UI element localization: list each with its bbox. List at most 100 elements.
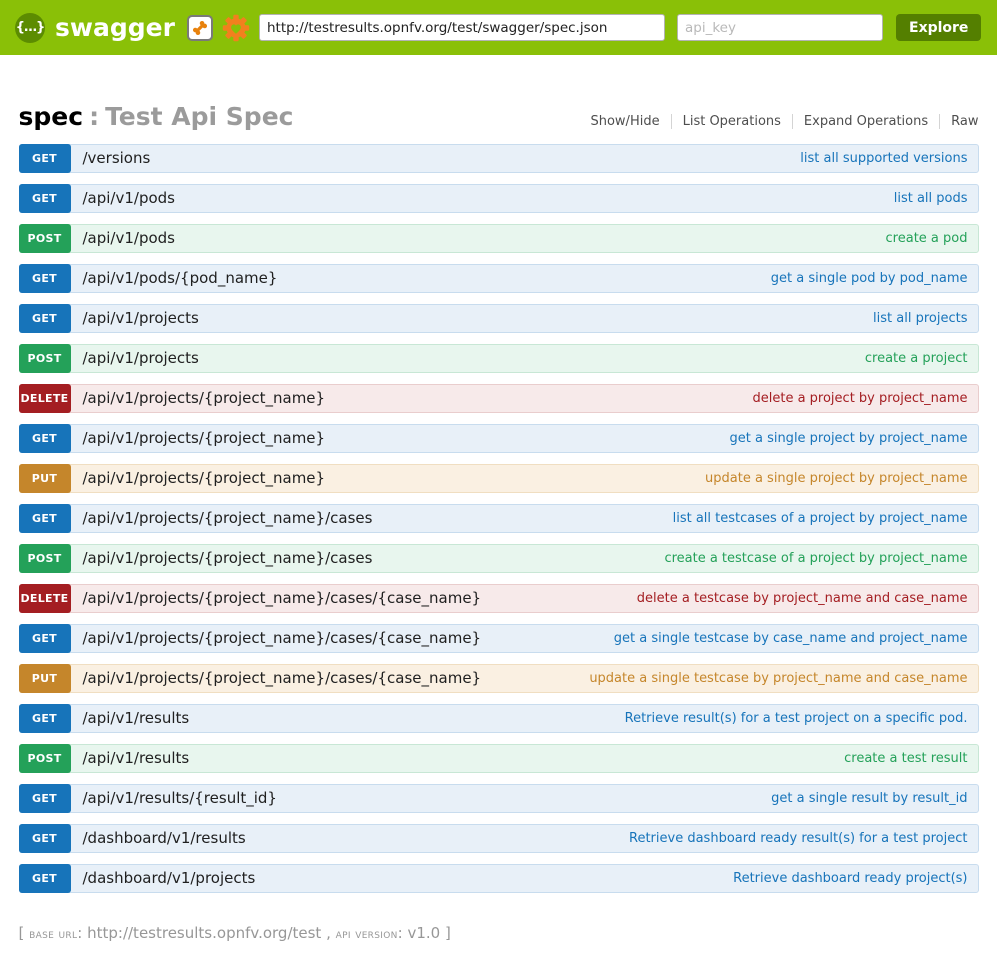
endpoint-row[interactable]: GET /api/v1/projects list all projects	[19, 304, 979, 333]
base-url-value: http://testresults.opnfv.org/test	[87, 924, 321, 942]
method-badge: POST	[19, 224, 71, 253]
content: spec:Test Api Spec Show/HideList Operati…	[19, 102, 979, 942]
endpoint-path[interactable]: /api/v1/projects/{project_name}/cases/{c…	[83, 665, 482, 692]
title-separator: :	[89, 102, 99, 131]
endpoint-path[interactable]: /api/v1/results	[83, 705, 190, 732]
endpoint-row[interactable]: GET /dashboard/v1/results Retrieve dashb…	[19, 824, 979, 853]
endpoint-path[interactable]: /api/v1/projects/{project_name}/cases/{c…	[83, 585, 482, 612]
operations-links: Show/HideList OperationsExpand Operation…	[579, 114, 978, 129]
titlebar: spec:Test Api Spec Show/HideList Operati…	[19, 102, 979, 131]
endpoint-path[interactable]: /api/v1/projects/{project_name}	[83, 385, 326, 412]
endpoint-row[interactable]: POST /api/v1/projects/{project_name}/cas…	[19, 544, 979, 573]
expand-operations-link[interactable]: Expand Operations	[793, 114, 940, 129]
method-badge: GET	[19, 824, 71, 853]
method-badge: GET	[19, 624, 71, 653]
link-bone-icon[interactable]	[187, 15, 213, 41]
endpoint-description[interactable]: list all pods	[894, 185, 968, 212]
endpoint-row[interactable]: POST /api/v1/results create a test resul…	[19, 744, 979, 773]
endpoint-description[interactable]: list all projects	[873, 305, 967, 332]
method-badge: GET	[19, 184, 71, 213]
spec-name: spec	[19, 102, 84, 131]
bracket-open: [	[19, 924, 25, 942]
method-badge: POST	[19, 744, 71, 773]
endpoint-path[interactable]: /dashboard/v1/results	[83, 825, 246, 852]
method-badge: DELETE	[19, 384, 71, 413]
endpoint-row[interactable]: PUT /api/v1/projects/{project_name}/case…	[19, 664, 979, 693]
endpoint-description[interactable]: get a single project by project_name	[729, 425, 967, 452]
endpoint-path[interactable]: /api/v1/pods/{pod_name}	[83, 265, 278, 292]
brand-title: swagger	[55, 13, 175, 42]
show-hide-link[interactable]: Show/Hide	[579, 114, 671, 129]
endpoint-description[interactable]: delete a testcase by project_name and ca…	[637, 585, 968, 612]
endpoint-row[interactable]: DELETE /api/v1/projects/{project_name}/c…	[19, 584, 979, 613]
base-url-footer: [ base url: http://testresults.opnfv.org…	[19, 924, 979, 942]
endpoint-description[interactable]: delete a project by project_name	[752, 385, 967, 412]
endpoint-row[interactable]: GET /api/v1/projects/{project_name} get …	[19, 424, 979, 453]
base-url-label: base url	[29, 927, 77, 942]
endpoint-path[interactable]: /dashboard/v1/projects	[83, 865, 256, 892]
endpoint-description[interactable]: get a single result by result_id	[771, 785, 967, 812]
endpoint-path[interactable]: /api/v1/projects	[83, 305, 199, 332]
bracket-close: ]	[445, 924, 451, 942]
endpoint-description[interactable]: create a testcase of a project by projec…	[664, 545, 967, 572]
method-badge: GET	[19, 144, 71, 173]
list-operations-link[interactable]: List Operations	[672, 114, 793, 129]
page-title: spec:Test Api Spec	[19, 102, 294, 131]
api-key-input[interactable]	[677, 14, 883, 41]
endpoint-row[interactable]: GET /api/v1/results/{result_id} get a si…	[19, 784, 979, 813]
endpoint-description[interactable]: Retrieve dashboard ready result(s) for a…	[629, 825, 967, 852]
endpoint-list: GET /versions list all supported version…	[19, 144, 979, 893]
method-badge: GET	[19, 864, 71, 893]
endpoint-path[interactable]: /api/v1/pods	[83, 225, 176, 252]
endpoint-row[interactable]: GET /dashboard/v1/projects Retrieve dash…	[19, 864, 979, 893]
endpoint-row[interactable]: GET /api/v1/pods list all pods	[19, 184, 979, 213]
method-badge: PUT	[19, 664, 71, 693]
endpoint-description[interactable]: Retrieve dashboard ready project(s)	[733, 865, 967, 892]
endpoint-description[interactable]: get a single pod by pod_name	[771, 265, 968, 292]
raw-link[interactable]: Raw	[940, 114, 978, 129]
method-badge: GET	[19, 504, 71, 533]
endpoint-path[interactable]: /api/v1/pods	[83, 185, 176, 212]
method-badge: POST	[19, 544, 71, 573]
endpoint-description[interactable]: get a single testcase by case_name and p…	[614, 625, 968, 652]
endpoint-description[interactable]: update a single testcase by project_name…	[589, 665, 967, 692]
header-bar: {…} swagger	[0, 0, 997, 55]
swagger-brace-icon: {…}	[15, 13, 45, 43]
endpoint-path[interactable]: /api/v1/results	[83, 745, 190, 772]
method-badge: GET	[19, 424, 71, 453]
endpoint-description[interactable]: create a project	[865, 345, 968, 372]
endpoint-path[interactable]: /api/v1/projects/{project_name}/cases	[83, 545, 373, 572]
endpoint-path[interactable]: /api/v1/projects/{project_name}/cases	[83, 505, 373, 532]
endpoint-description[interactable]: list all supported versions	[800, 145, 967, 172]
spec-url-input[interactable]	[259, 14, 665, 41]
api-version-value: v1.0	[407, 924, 440, 942]
endpoint-description[interactable]: create a pod	[886, 225, 968, 252]
endpoint-description[interactable]: update a single project by project_name	[705, 465, 967, 492]
explore-button[interactable]: Explore	[896, 14, 981, 41]
method-badge: POST	[19, 344, 71, 373]
endpoint-path[interactable]: /api/v1/projects/{project_name}	[83, 425, 326, 452]
endpoint-row[interactable]: GET /api/v1/projects/{project_name}/case…	[19, 504, 979, 533]
endpoint-row[interactable]: GET /api/v1/projects/{project_name}/case…	[19, 624, 979, 653]
endpoint-row[interactable]: GET /api/v1/pods/{pod_name} get a single…	[19, 264, 979, 293]
endpoint-path[interactable]: /versions	[83, 145, 151, 172]
api-title-text: Test Api Spec	[105, 102, 293, 131]
endpoint-row[interactable]: POST /api/v1/pods create a pod	[19, 224, 979, 253]
endpoint-description[interactable]: list all testcases of a project by proje…	[673, 505, 968, 532]
endpoint-description[interactable]: create a test result	[844, 745, 967, 772]
endpoint-row[interactable]: GET /api/v1/results Retrieve result(s) f…	[19, 704, 979, 733]
method-badge: GET	[19, 264, 71, 293]
endpoint-path[interactable]: /api/v1/projects	[83, 345, 199, 372]
method-badge: DELETE	[19, 584, 71, 613]
endpoint-row[interactable]: GET /versions list all supported version…	[19, 144, 979, 173]
endpoint-row[interactable]: PUT /api/v1/projects/{project_name} upda…	[19, 464, 979, 493]
gear-heart-icon[interactable]	[221, 13, 251, 43]
endpoint-row[interactable]: DELETE /api/v1/projects/{project_name} d…	[19, 384, 979, 413]
endpoint-path[interactable]: /api/v1/projects/{project_name}/cases/{c…	[83, 625, 482, 652]
swagger-logo[interactable]: {…} swagger	[15, 13, 187, 43]
endpoint-path[interactable]: /api/v1/projects/{project_name}	[83, 465, 326, 492]
endpoint-path[interactable]: /api/v1/results/{result_id}	[83, 785, 277, 812]
method-badge: GET	[19, 784, 71, 813]
endpoint-description[interactable]: Retrieve result(s) for a test project on…	[625, 705, 968, 732]
endpoint-row[interactable]: POST /api/v1/projects create a project	[19, 344, 979, 373]
